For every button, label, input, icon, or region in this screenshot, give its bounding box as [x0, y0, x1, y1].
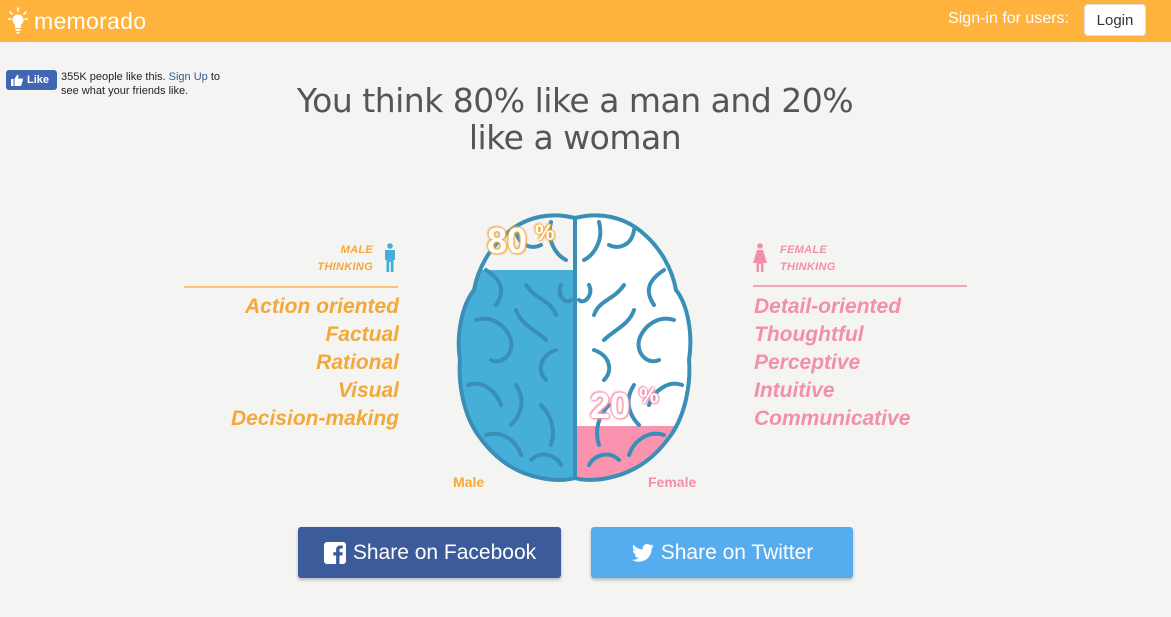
female-thinking-heading: FEMALE THINKING	[780, 242, 900, 276]
male-axis-label: Male	[453, 474, 485, 490]
male-thinking-heading: MALE THINKING	[300, 242, 373, 276]
male-heading-line2: THINKING	[317, 261, 373, 273]
facebook-like-text: 355K people like this. Sign Up to see wh…	[61, 70, 226, 98]
female-trait: Communicative	[754, 407, 911, 430]
female-trait: Perceptive	[754, 351, 861, 374]
facebook-like-count: 355K people like this.	[61, 71, 166, 83]
facebook-signup-link[interactable]: Sign Up	[169, 71, 208, 83]
male-person-icon	[385, 243, 395, 272]
male-trait: Visual	[337, 379, 399, 402]
female-percent-value: 20	[590, 385, 631, 426]
male-fill-bar	[458, 270, 575, 480]
logo-text: memorado	[34, 7, 147, 34]
female-trait: Detail-oriented	[754, 295, 902, 318]
female-percent-sign: %	[639, 383, 659, 408]
logo[interactable]: memorado	[8, 6, 146, 36]
male-trait: Decision-making	[230, 407, 399, 430]
thumbs-up-icon	[11, 74, 23, 86]
result-title-line1: You think 80% like a man and 20%	[296, 81, 854, 120]
female-heading-line2: THINKING	[780, 261, 836, 273]
female-divider	[753, 285, 967, 287]
share-twitter-button[interactable]: Share on Twitter	[591, 527, 853, 578]
female-traits-list: Detail-oriented Thoughtful Perceptive In…	[754, 293, 994, 433]
login-button[interactable]: Login	[1084, 4, 1146, 36]
share-twitter-label: Share on Twitter	[660, 540, 814, 564]
female-trait: Thoughtful	[754, 323, 864, 346]
twitter-bird-icon	[631, 543, 654, 562]
result-title-line2: like a woman	[468, 118, 682, 157]
share-facebook-label: Share on Facebook	[352, 540, 537, 564]
lightbulb-icon	[8, 7, 28, 34]
female-axis-label: Female	[648, 474, 697, 490]
male-trait: Rational	[316, 351, 399, 374]
male-heading-line1: MALE	[340, 244, 373, 256]
female-trait: Intuitive	[754, 379, 835, 402]
signin-prompt: Sign-in for users:	[948, 10, 1069, 27]
male-traits-list: Action oriented Factual Rational Visual …	[184, 293, 399, 433]
female-heading-line1: FEMALE	[780, 244, 828, 256]
male-percent-value: 80	[487, 220, 528, 261]
facebook-icon	[323, 541, 346, 564]
male-divider	[184, 286, 398, 288]
result-title: You think 80% like a man and 20% like a …	[250, 82, 900, 156]
facebook-like-button[interactable]: Like	[6, 70, 57, 90]
female-person-icon	[753, 243, 767, 272]
top-bar: memorado Sign-in for users: Login	[0, 0, 1171, 42]
share-facebook-button[interactable]: Share on Facebook	[298, 527, 561, 578]
male-trait: Action oriented	[244, 295, 399, 318]
male-trait: Factual	[325, 323, 399, 346]
facebook-like-widget: Like 355K people like this. Sign Up to s…	[6, 70, 226, 98]
male-percent-sign: %	[535, 220, 555, 245]
facebook-like-label: Like	[27, 74, 50, 86]
